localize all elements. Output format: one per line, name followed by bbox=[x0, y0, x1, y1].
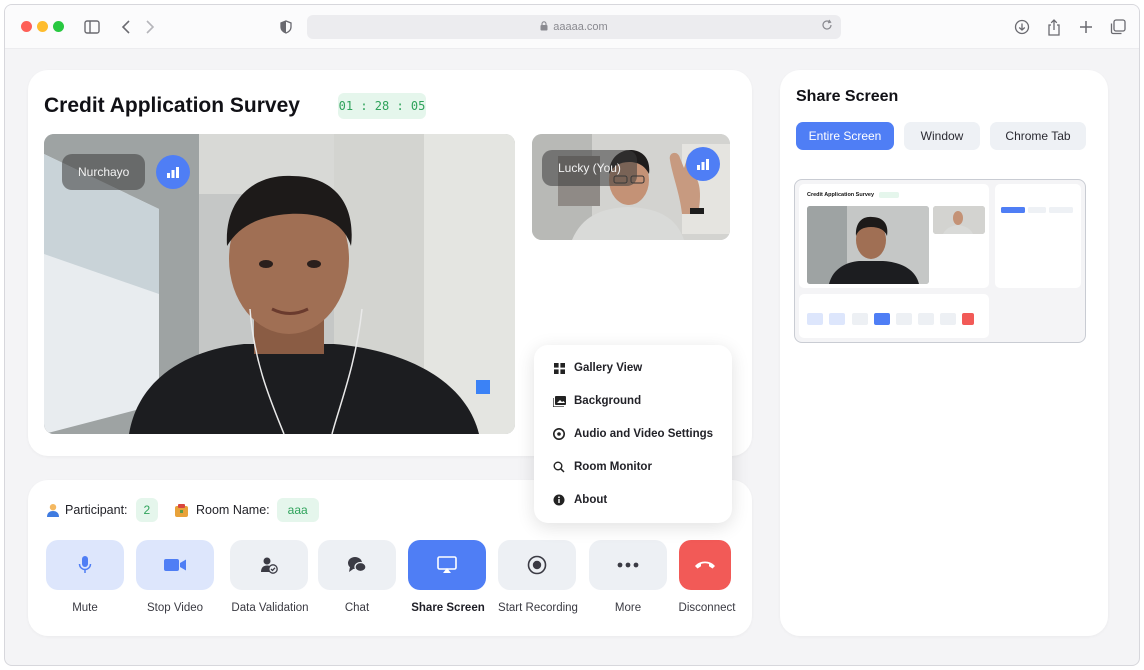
address-bar[interactable]: aaaaa.com bbox=[307, 15, 841, 39]
mute-button[interactable] bbox=[46, 540, 124, 590]
settings-icon bbox=[552, 427, 566, 441]
chat-bubbles-icon bbox=[347, 556, 367, 574]
screen-preview-thumbnail[interactable]: Credit Application Survey bbox=[794, 179, 1086, 343]
chat-label: Chat bbox=[344, 602, 370, 614]
video-camera-icon bbox=[163, 557, 187, 573]
browser-toolbar: aaaaa.com bbox=[5, 5, 1139, 49]
more-options-menu: Gallery View Background Audio and Video … bbox=[534, 345, 732, 523]
back-icon[interactable] bbox=[115, 16, 137, 38]
preview-main-video bbox=[807, 206, 929, 284]
data-validation-button[interactable] bbox=[230, 540, 308, 590]
preview-control-buttons bbox=[807, 312, 977, 325]
disconnect-label: Disconnect bbox=[678, 602, 736, 614]
screen-share-icon bbox=[437, 556, 457, 574]
preview-share-tabs bbox=[1001, 200, 1073, 213]
room-icon bbox=[174, 503, 189, 518]
menu-item-audio-video-settings[interactable]: Audio and Video Settings bbox=[552, 423, 713, 445]
close-window-button[interactable] bbox=[21, 21, 32, 32]
download-icon[interactable] bbox=[1011, 16, 1033, 38]
share-screen-button[interactable] bbox=[408, 540, 486, 590]
menu-item-label: About bbox=[574, 494, 608, 506]
signal-strength-icon[interactable] bbox=[156, 155, 190, 189]
shield-icon[interactable] bbox=[275, 16, 297, 38]
maximize-window-button[interactable] bbox=[53, 21, 64, 32]
menu-item-label: Audio and Video Settings bbox=[574, 428, 714, 440]
microphone-icon bbox=[78, 555, 92, 575]
record-icon bbox=[527, 555, 547, 575]
image-icon bbox=[552, 394, 566, 408]
menu-item-label: Room Monitor bbox=[574, 461, 652, 473]
forward-icon[interactable] bbox=[139, 16, 161, 38]
room-name-badge: aaa bbox=[276, 498, 319, 522]
more-label: More bbox=[614, 602, 642, 614]
participant-icon bbox=[46, 503, 60, 517]
stop-video-button[interactable] bbox=[136, 540, 214, 590]
start-recording-label: Start Recording bbox=[498, 602, 578, 614]
preview-self-video bbox=[933, 206, 985, 234]
more-dots-icon bbox=[617, 562, 639, 568]
tab-entire-screen[interactable]: Entire Screen bbox=[796, 122, 894, 150]
share-screen-label: Share Screen bbox=[411, 602, 485, 614]
disconnect-button[interactable] bbox=[679, 540, 731, 590]
grid-icon bbox=[552, 361, 566, 375]
lock-icon bbox=[540, 20, 548, 34]
menu-item-label: Gallery View bbox=[574, 362, 643, 374]
search-icon bbox=[552, 460, 566, 474]
preview-timer bbox=[879, 192, 899, 198]
phone-hangup-icon bbox=[694, 560, 716, 570]
share-screen-panel bbox=[780, 70, 1108, 636]
info-icon bbox=[552, 493, 566, 507]
meeting-timer: 01 : 28 : 05 bbox=[338, 93, 426, 119]
room-name-label: Room Name: bbox=[196, 503, 270, 517]
tab-window[interactable]: Window bbox=[904, 122, 980, 150]
menu-item-about[interactable]: About bbox=[552, 489, 607, 511]
mute-label: Mute bbox=[72, 602, 98, 614]
share-screen-title: Share Screen bbox=[796, 88, 899, 105]
menu-item-room-monitor[interactable]: Room Monitor bbox=[552, 456, 652, 478]
url-text: aaaaa.com bbox=[553, 21, 608, 33]
page-title: Credit Application Survey bbox=[44, 94, 300, 117]
start-recording-button[interactable] bbox=[498, 540, 576, 590]
participant-count-badge: 2 bbox=[135, 498, 159, 522]
tabs-overview-icon[interactable] bbox=[1107, 16, 1129, 38]
menu-item-label: Background bbox=[574, 395, 642, 407]
reload-icon[interactable] bbox=[821, 19, 833, 34]
menu-item-gallery-view[interactable]: Gallery View bbox=[552, 357, 642, 379]
participant-label: Participant: bbox=[65, 503, 128, 517]
main-participant-name: Nurchayo bbox=[62, 154, 146, 190]
share-icon[interactable] bbox=[1043, 16, 1065, 38]
more-button[interactable] bbox=[589, 540, 667, 590]
self-participant-name: Lucky (You) bbox=[542, 150, 637, 186]
preview-title: Credit Application Survey bbox=[807, 192, 875, 198]
tab-chrome-tab[interactable]: Chrome Tab bbox=[990, 122, 1086, 150]
sidebar-icon[interactable] bbox=[81, 16, 103, 38]
participant-info: Participant: 2 bbox=[46, 498, 159, 522]
room-info: Room Name: aaa bbox=[174, 498, 319, 522]
stop-video-label: Stop Video bbox=[146, 602, 204, 614]
minimize-window-button[interactable] bbox=[37, 21, 48, 32]
menu-item-background[interactable]: Background bbox=[552, 390, 641, 412]
chat-button[interactable] bbox=[318, 540, 396, 590]
user-check-icon bbox=[260, 556, 278, 574]
new-tab-icon[interactable] bbox=[1075, 16, 1097, 38]
data-validation-label: Data Validation bbox=[231, 602, 309, 614]
self-signal-strength-icon[interactable] bbox=[686, 147, 720, 181]
